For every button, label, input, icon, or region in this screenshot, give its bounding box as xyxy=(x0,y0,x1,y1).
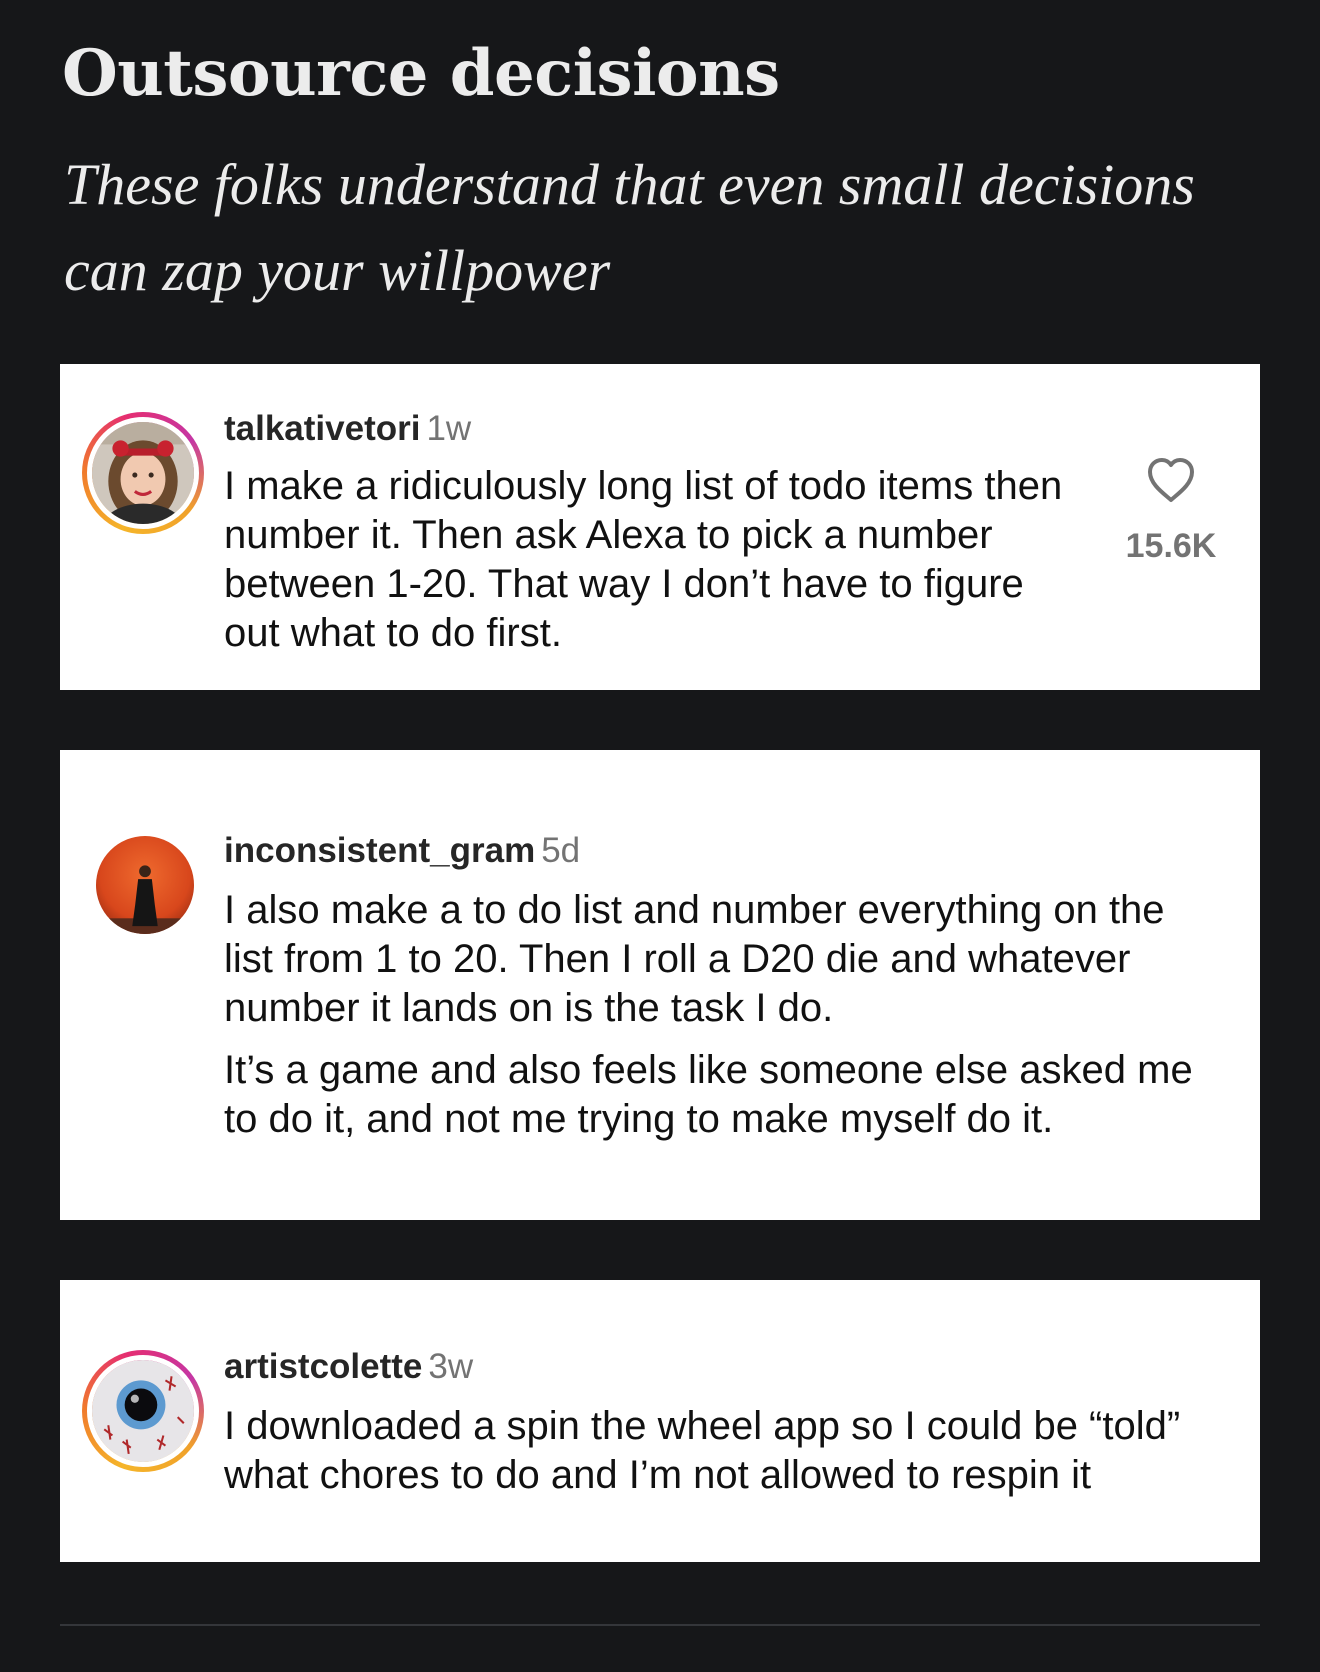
timestamp: 3w xyxy=(428,1347,474,1386)
comment-card: inconsistent_gram 5d I also make a to do … xyxy=(60,750,1260,1220)
timestamp: 1w xyxy=(426,409,472,448)
section-heading: Outsource decisions xyxy=(62,36,780,111)
like-count: 15.6K xyxy=(1125,527,1217,565)
avatar[interactable] xyxy=(82,1350,204,1472)
profile-photo-figure-icon xyxy=(96,836,194,934)
comment-text: I downloaded a spin the wheel app so I c… xyxy=(224,1404,1181,1497)
like-button[interactable]: 15.6K xyxy=(1116,456,1226,566)
heart-icon xyxy=(1148,458,1194,502)
avatar[interactable] xyxy=(82,412,204,534)
comment-meta: inconsistent_gram 5d xyxy=(224,830,580,872)
comment-meta: artistcolette 3w xyxy=(224,1346,473,1388)
comment-text: I make a ridiculously long list of todo … xyxy=(224,464,1063,655)
username[interactable]: artistcolette xyxy=(224,1347,422,1386)
comment-text-continued: It’s a game and also feels like someone … xyxy=(224,1048,1193,1141)
section-divider xyxy=(60,1624,1260,1626)
username[interactable]: talkativetori xyxy=(224,409,420,448)
comment-text: I also make a to do list and number ever… xyxy=(224,888,1165,1030)
timestamp: 5d xyxy=(541,831,581,870)
comment-meta: talkativetori 1w xyxy=(224,408,471,450)
profile-photo-eye-icon xyxy=(92,1360,194,1462)
profile-photo-woman-icon xyxy=(92,422,194,524)
username[interactable]: inconsistent_gram xyxy=(224,831,535,870)
comment-card: artistcolette 3w I downloaded a spin the … xyxy=(60,1280,1260,1562)
comment-card: talkativetori 1w I make a ridiculously lo… xyxy=(60,364,1260,690)
section-subheading: These folks understand that even small d… xyxy=(64,152,1195,303)
avatar[interactable] xyxy=(96,836,194,934)
